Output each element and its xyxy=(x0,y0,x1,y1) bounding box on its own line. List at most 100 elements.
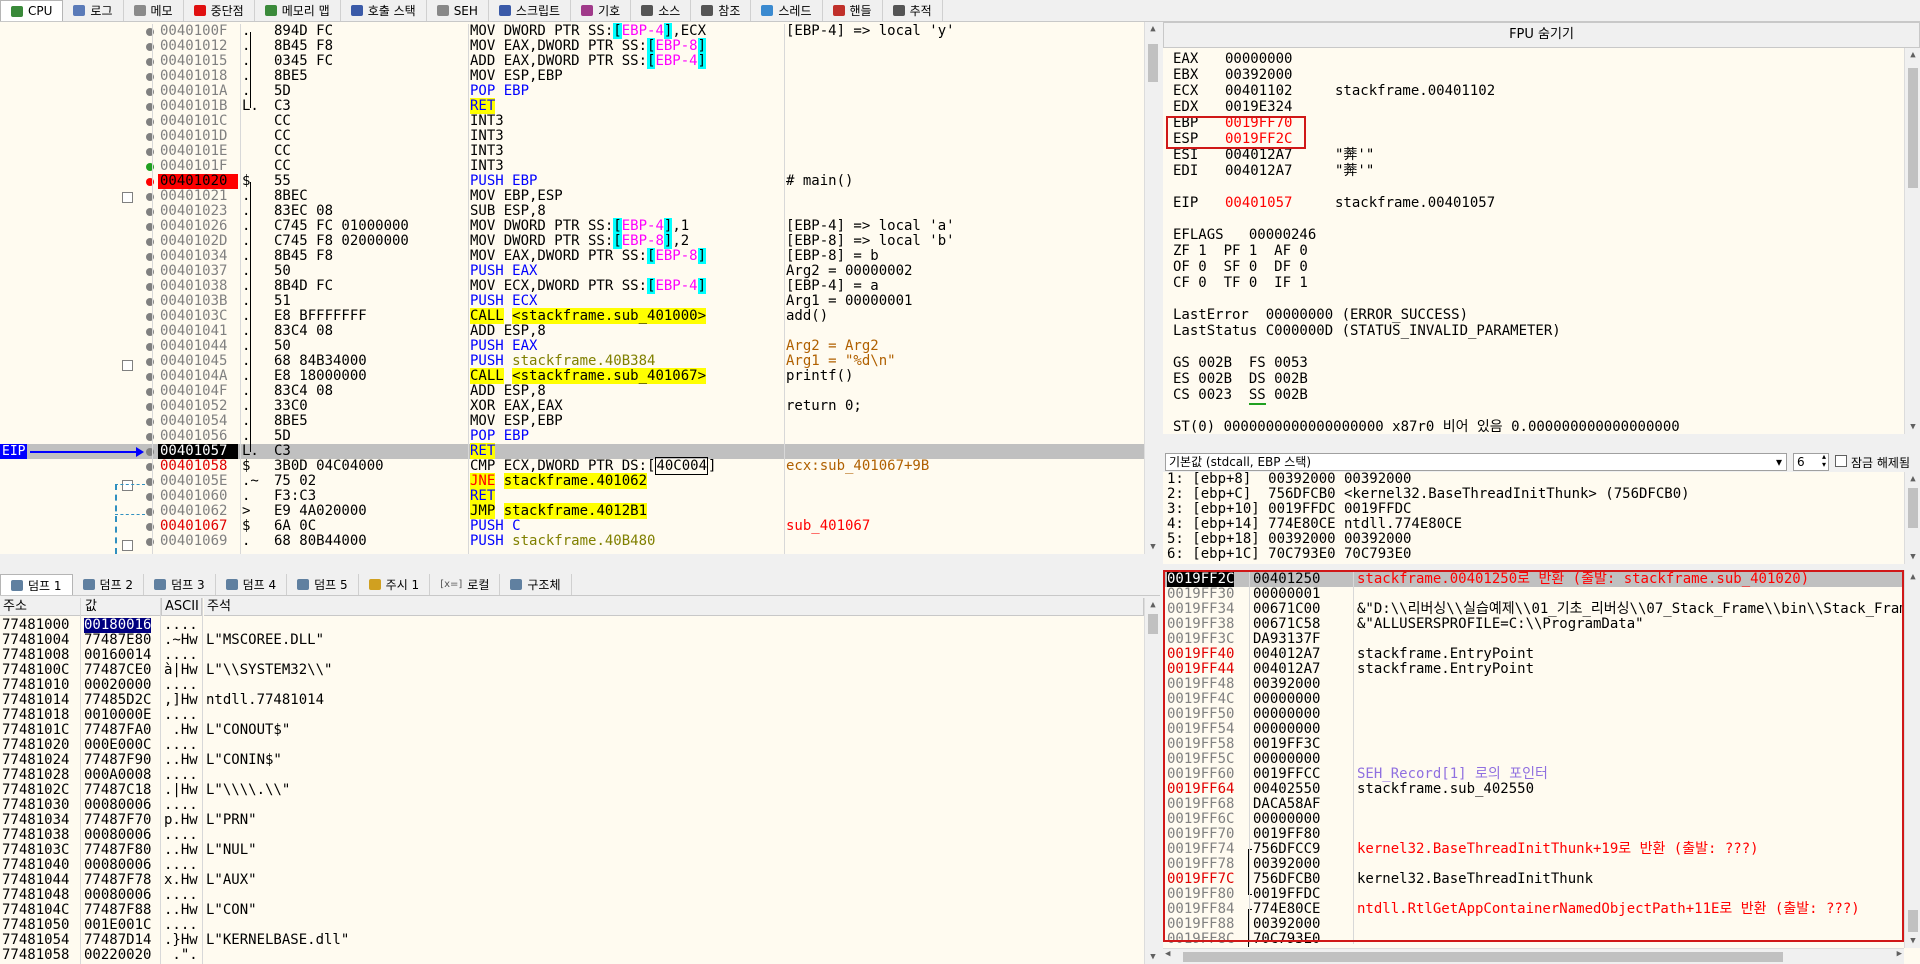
dump-row[interactable]: 77481054 77487D14 .}Hw L"KERNELBASE.dll" xyxy=(0,933,1144,948)
stack-row[interactable]: 0019FF3C DA93137F xyxy=(1163,632,1904,647)
hscroll-thumb[interactable] xyxy=(1183,952,1783,962)
disasm-row[interactable]: 00401020 $55 PUSH EBP # main() xyxy=(0,174,1144,189)
disasm-row[interactable]: 00401015. 0345 FC ADD EAX,DWORD PTR SS:[EB… xyxy=(0,53,1144,69)
dump-value[interactable]: 001E001C xyxy=(84,918,151,933)
stack-value[interactable]: 0019FFCC xyxy=(1253,767,1320,782)
dump-column-header[interactable]: ASCII xyxy=(162,598,202,616)
dump-row[interactable]: 77481024 77487F90 ..Hw L"CONIN$" xyxy=(0,753,1144,768)
stack-row[interactable]: 0019FF54 00000000 xyxy=(1163,722,1904,737)
disasm-row[interactable]: 00401058 $3B0D 04C04000 CMP ECX,DWORD PTR … xyxy=(0,457,1144,475)
dump-column-header[interactable]: 주석 xyxy=(204,598,1144,616)
dump-value[interactable]: 77487F88 xyxy=(84,903,151,918)
disasm-row[interactable]: 00401060. F3:C3 RET xyxy=(0,488,1144,504)
dump-row[interactable]: 77481020 000E000C.... xyxy=(0,738,1144,753)
dump-value[interactable]: 77487C18 xyxy=(84,783,151,798)
disasm-row[interactable]: 00401026. C745 FC 01000000 MOV DWORD PTR S… xyxy=(0,218,1144,234)
dump-row[interactable]: 77481044 77487F78 x.Hw L"AUX" xyxy=(0,873,1144,888)
dump-row[interactable]: 7748100C 77487CE0 à|Hw L"\\SYSTEM32\\" xyxy=(0,663,1144,678)
register-row[interactable]: EAX 00000000 xyxy=(1173,52,1893,67)
tab-로컬[interactable]: [x=] 로컬 xyxy=(430,574,501,595)
scroll-thumb[interactable] xyxy=(1148,614,1158,634)
flags-row[interactable]: OF 0 SF 0 DF 0 xyxy=(1173,260,1893,275)
tab-덤프-1[interactable]: 덤프 1 xyxy=(0,574,73,595)
stack-value[interactable]: 00000000 xyxy=(1253,752,1320,767)
tab-breakpoint[interactable]: 중단점 xyxy=(184,0,255,21)
dump-row[interactable]: 77481048 00080006.... xyxy=(0,888,1144,903)
tab-seh[interactable]: SEH xyxy=(427,0,489,21)
arguments-scrollbar[interactable]: ▲ ▼ xyxy=(1904,472,1920,564)
dump-row[interactable]: 77481008 00160014.... xyxy=(0,648,1144,663)
disasm-row[interactable]: 0040103B. 51 PUSH ECX Arg1 = 00000001 xyxy=(0,294,1144,309)
disassembly-pane[interactable]: 0040100F. 894D FC MOV DWORD PTR SS:[EBP-4]… xyxy=(0,22,1160,554)
dump-value[interactable]: 00080006 xyxy=(84,798,151,813)
dump-row[interactable]: 77481058 00220020 .". xyxy=(0,948,1144,963)
fold-toggle-icon[interactable] xyxy=(122,192,133,203)
stack-row[interactable]: 0019FF68 DACA58AF xyxy=(1163,797,1904,812)
scroll-thumb[interactable] xyxy=(1148,44,1158,82)
scroll-thumb[interactable] xyxy=(1908,910,1918,932)
disasm-row[interactable]: 0040101C CC INT3 xyxy=(0,114,1144,129)
disasm-row[interactable]: 0040103C. E8 BFFFFFFF CALL <stackframe.sub… xyxy=(0,308,1144,324)
register-row[interactable]: EBX 00392000 xyxy=(1173,68,1893,83)
stack-value[interactable]: DA93137F xyxy=(1253,632,1320,647)
dump-value[interactable]: 00180016 xyxy=(84,618,152,633)
dump-row[interactable]: 77481004 77487E80 .~Hw L"MSCOREE.DLL" xyxy=(0,633,1144,648)
disasm-row[interactable]: 0040101BL.C3RET xyxy=(0,98,1144,114)
dump-row[interactable]: 77481010 00020000.... xyxy=(0,678,1144,693)
stack-row[interactable]: 0019FF6C 00000000 xyxy=(1163,812,1904,827)
tab-source[interactable]: 소스 xyxy=(631,0,692,21)
dump-value[interactable]: 00080006 xyxy=(84,858,151,873)
dump-value[interactable]: 0010000E xyxy=(84,708,151,723)
stack-row[interactable]: 0019FF84 774E80CE ntdll.RtlGetAppContainer… xyxy=(1163,902,1904,917)
disasm-row[interactable]: 00401057L.C3RET xyxy=(0,443,1144,459)
st0-row[interactable]: ST(0) 0000000000000000000 x87r0 비어 있음 0.… xyxy=(1173,420,1893,435)
dump-row[interactable]: 7748102C 77487C18 .|Hw L"\\\\.\\" xyxy=(0,783,1144,798)
fold-toggle-icon[interactable] xyxy=(122,360,133,371)
dump-row[interactable]: 77481050 001E001C.... xyxy=(0,918,1144,933)
stack-value[interactable]: 00392000 xyxy=(1253,917,1320,932)
dump-row[interactable]: 77481030 00080006.... xyxy=(0,798,1144,813)
eflags-row[interactable]: EFLAGS 00000246 xyxy=(1173,228,1893,243)
segment-row[interactable]: GS 002B FS 0053 xyxy=(1173,356,1893,371)
tab-덤프-3[interactable]: 덤프 3 xyxy=(144,574,216,595)
stack-value[interactable]: 756DFCC9 xyxy=(1253,842,1320,857)
dump-value[interactable]: 00020000 xyxy=(84,678,151,693)
disasm-row[interactable]: 00401044. 50 PUSH EAX Arg2 = Arg2 xyxy=(0,339,1144,354)
tab-threads[interactable]: 스레드 xyxy=(751,0,823,21)
stack-value[interactable]: 0019FFDC xyxy=(1253,887,1320,902)
disasm-row[interactable]: 0040105E .~ 75 02 JNE stackframe.401062 xyxy=(0,473,1144,489)
stack-value[interactable]: DACA58AF xyxy=(1253,797,1320,812)
stack-hscrollbar[interactable]: ◀ ▶ xyxy=(1163,948,1904,964)
argument-row[interactable]: 5: [ebp+18] 00392000 00392000 xyxy=(1167,532,1897,547)
scroll-right-arrow-icon[interactable]: ▶ xyxy=(1897,949,1902,959)
dump-value[interactable]: 77487F90 xyxy=(84,753,151,768)
stack-row[interactable]: 0019FF2C 00401250 stackframe.00401250로 반환 … xyxy=(1163,572,1904,587)
registers-scrollbar[interactable]: ▲ ▼ xyxy=(1904,48,1920,434)
scroll-up-arrow-icon[interactable]: ▲ xyxy=(1145,598,1160,612)
register-value[interactable]: 0019E324 xyxy=(1225,100,1292,115)
stack-row[interactable]: 0019FF38 00671C58 &"ALLUSERSPROFILE=C:\\Pr… xyxy=(1163,617,1904,632)
register-value[interactable]: 004012A7 xyxy=(1225,164,1292,179)
fold-toggle-icon[interactable] xyxy=(122,480,133,491)
stack-value[interactable]: 004012A7 xyxy=(1253,647,1320,662)
dump-value[interactable]: 77487D14 xyxy=(84,933,151,948)
dump-value[interactable]: 77485D2C xyxy=(84,693,151,708)
disasm-row[interactable]: 00401012. 8B45 F8 MOV EAX,DWORD PTR SS:[EB… xyxy=(0,38,1144,54)
register-value[interactable]: 00000000 xyxy=(1225,52,1292,67)
stack-row[interactable]: 0019FF44 004012A7 stackframe.EntryPoint xyxy=(1163,662,1904,677)
tab-handles[interactable]: 핸들 xyxy=(823,0,883,21)
disassembly-scrollbar[interactable]: ▲ ▼ xyxy=(1144,22,1160,554)
scroll-left-arrow-icon[interactable]: ◀ xyxy=(1165,949,1170,959)
dump-row[interactable]: 77481028 000A0008.... xyxy=(0,768,1144,783)
dump-row[interactable]: 77481014 77485D2C ,]Hw ntdll.77481014 xyxy=(0,693,1144,708)
dump-pane[interactable]: 주소 값 ASCII 주석 77481000 00180016.... 77481004 7… xyxy=(0,598,1160,964)
stack-value[interactable]: 00000001 xyxy=(1253,587,1320,602)
disasm-row[interactable]: 0040100F. 894D FC MOV DWORD PTR SS:[EBP-4]… xyxy=(0,23,1144,39)
stack-row[interactable]: 0019FF60 0019FFCC SEH_Record[1] 로의 포인터 xyxy=(1163,767,1904,782)
stack-value[interactable]: 00000000 xyxy=(1253,707,1320,722)
stack-value[interactable]: 00392000 xyxy=(1253,677,1320,692)
stack-value[interactable]: 00392000 xyxy=(1253,857,1320,872)
call-convention-select[interactable]: 기본값 (stdcall, EBP 스택) ▾ xyxy=(1165,453,1787,471)
tab-구조체[interactable]: 구조체 xyxy=(500,574,572,595)
register-row[interactable]: EIP 00401057 stackframe.00401057 xyxy=(1173,196,1893,211)
